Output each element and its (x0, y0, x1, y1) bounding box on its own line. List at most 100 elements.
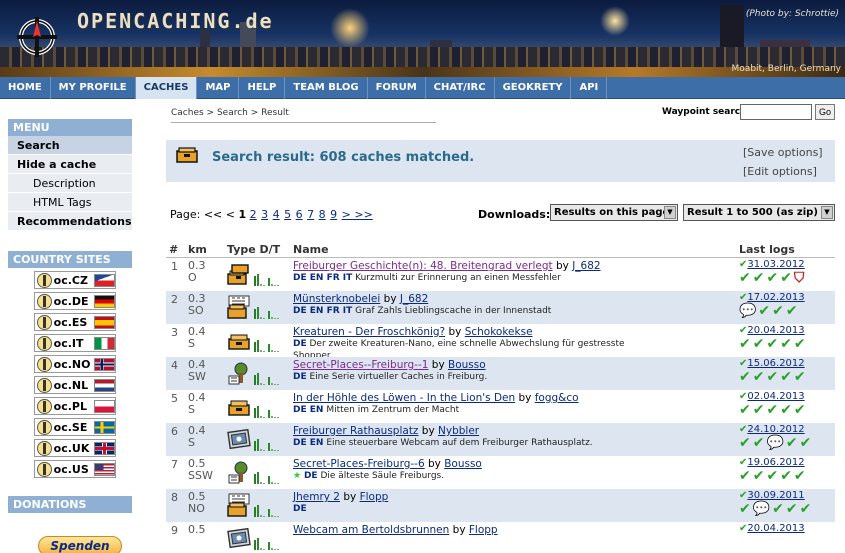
cache-name-link[interactable]: Secret-Places--Freiburg--1 (293, 359, 428, 371)
country-site-se[interactable]: oc.SE (34, 418, 116, 436)
pager-page-9[interactable]: 9 (330, 208, 337, 221)
sidebar-item-recommendations[interactable]: Recommendations (8, 212, 132, 231)
log-ticks: ✔💬✔✔✔ (739, 501, 814, 517)
pager-page-2[interactable]: 2 (250, 208, 257, 221)
pager-page-3[interactable]: 3 (261, 208, 268, 221)
cache-owner-link[interactable]: Nybbler (438, 425, 479, 437)
pager-next[interactable]: > >> (342, 208, 373, 221)
sidebar-item-description[interactable]: Description (8, 174, 132, 193)
pager-page-7[interactable]: 7 (307, 208, 314, 221)
nav-item-my-profile[interactable]: MY PROFILE (51, 77, 136, 99)
donate-button[interactable]: Spenden (38, 536, 122, 553)
cache-name-link[interactable]: Kreaturen - Der Froschkönig? (293, 326, 445, 338)
nav-item-help[interactable]: HELP (239, 77, 286, 99)
country-site-label: oc.CZ (53, 273, 88, 287)
last-log-date[interactable]: 17.02.2013 (747, 292, 804, 303)
nav-item-chat-irc[interactable]: CHAT/IRC (426, 77, 495, 99)
country-site-uk[interactable]: oc.UK (34, 439, 116, 457)
waypoint-search-input[interactable] (740, 104, 812, 120)
cache-description: DE Eine Serie virtueller Caches in Freib… (293, 371, 643, 383)
last-log-date[interactable]: 30.09.2011 (747, 490, 804, 501)
sidebar-item-search[interactable]: Search (8, 136, 132, 155)
cache-owner-link[interactable]: Schokokekse (465, 326, 533, 338)
country-site-nl[interactable]: oc.NL (34, 376, 116, 394)
cache-owner-link[interactable]: Bousso (448, 359, 486, 371)
nav-item-caches[interactable]: CACHES (135, 77, 198, 99)
cache-owner-link[interactable]: J_682 (400, 293, 428, 305)
country-site-pl[interactable]: oc.PL (34, 397, 116, 415)
last-log-date[interactable]: 15.06.2012 (747, 358, 804, 369)
last-log-date[interactable]: 20.04.2013 (747, 325, 804, 336)
cache-owner-link[interactable]: Flopp (360, 491, 389, 503)
cache-short-desc: Graf Zahls Lieblingscache in der Innenst… (355, 306, 552, 316)
sidebar-item-html-tags[interactable]: HTML Tags (8, 193, 132, 212)
cache-name-cell: Secret-Places--Freiburg--1 by Bousso DE E… (293, 359, 643, 383)
cache-short-desc: Kurzmulti zur Erinnerung an einen Messfe… (355, 273, 561, 283)
flag-cz-icon (93, 273, 115, 287)
cache-name-link[interactable]: Jhemry 2 (293, 491, 340, 503)
country-site-de[interactable]: oc.DE (34, 292, 116, 310)
last-log-date[interactable]: 31.03.2012 (747, 259, 804, 270)
pager-page-5[interactable]: 5 (284, 208, 291, 221)
cache-name-link[interactable]: Freiburger Geschichte(n): 48. Breitengra… (293, 260, 553, 272)
cache-type-traditional-icon (226, 394, 252, 418)
row-number: 1 (171, 260, 178, 273)
last-log-date[interactable]: 19.06.2012 (747, 457, 804, 468)
row-direction: SW (188, 370, 206, 383)
table-row: 2 0.3 SO Münsterknobelei by J_682 DE EN FR I… (166, 291, 835, 324)
nav-item-api[interactable]: API (571, 77, 608, 99)
cache-owner-link[interactable]: J_682 (572, 260, 600, 272)
cache-name-link[interactable]: In der Höhle des Löwen - In the Lion's D… (293, 392, 515, 404)
last-logs-cell: ✔24.10.2012 ✔✔💬✔✔ (739, 424, 834, 450)
table-row: 5 0.4 S In der Höhle des Löwen - In the Lio… (166, 390, 835, 423)
nav-item-map[interactable]: MAP (197, 77, 240, 99)
country-site-us[interactable]: oc.US (34, 460, 116, 478)
last-logs-cell: ✔02.04.2013 ✔✔✔✔✔ (739, 391, 834, 417)
cache-name-link[interactable]: Münsterknobelei (293, 293, 380, 305)
country-site-es[interactable]: oc.ES (34, 313, 116, 331)
edit-options-link[interactable]: [Edit options] (743, 165, 817, 178)
table-row: 6 0.4 S Freiburger Rathausplatz by Nybbler D… (166, 423, 835, 456)
country-site-it[interactable]: oc.IT (34, 334, 116, 352)
last-log-date[interactable]: 24.10.2012 (747, 424, 804, 435)
nav-item-team-blog[interactable]: TEAM BLOG (285, 77, 368, 99)
cache-owner-link[interactable]: Flopp (469, 524, 498, 536)
cache-name-cell: Freiburger Geschichte(n): 48. Breitengra… (293, 260, 643, 284)
pager-page-4[interactable]: 4 (273, 208, 280, 221)
opencaching-logo-icon[interactable] (15, 15, 59, 59)
save-options-link[interactable]: [Save options] (743, 146, 823, 159)
last-logs-cell: ✔31.03.2012 ✔✔✔✔⛉ (739, 259, 834, 285)
download-zip-select[interactable]: Result 1 to 500 (as zip) ▼ (683, 204, 835, 221)
last-log-date[interactable]: 20.04.2013 (747, 523, 804, 534)
log-history-icons: 💬✔✔✔ (739, 304, 834, 318)
waypoint-go-button[interactable]: Go (815, 104, 835, 120)
pager-page-6[interactable]: 6 (296, 208, 303, 221)
main-nav: HOME MY PROFILE CACHES MAP HELP TEAM BLOG FORU… (0, 77, 845, 99)
cache-name-link[interactable]: Webcam am Bertoldsbrunnen (293, 524, 449, 536)
cache-name-link[interactable]: Freiburger Rathausplatz (293, 425, 418, 437)
recommendation-star-icon: ★ (293, 471, 304, 481)
cache-owner-link[interactable]: Bousso (444, 458, 482, 470)
opencaching-logo-icon (37, 293, 52, 309)
country-site-no[interactable]: oc.NO (34, 355, 116, 373)
sidebar-item-hide-a-cache[interactable]: Hide a cache (8, 155, 132, 174)
nav-item-home[interactable]: HOME (0, 77, 51, 99)
cache-languages: DE (293, 339, 307, 349)
download-page-select[interactable]: Results on this page ▼ (550, 204, 678, 221)
breadcrumb: Caches > Search > Result (171, 108, 436, 123)
cache-owner-link[interactable]: fogg&co (535, 392, 579, 404)
site-title[interactable]: OPENCACHING.de (77, 9, 274, 33)
download-page-select-value: Results on this page (554, 207, 670, 218)
row-distance: 0.3 O (188, 260, 218, 284)
nav-item-forum[interactable]: FORUM (368, 77, 426, 99)
opencaching-logo-icon (37, 356, 52, 372)
last-log-date[interactable]: 02.04.2013 (747, 391, 804, 402)
nav-item-geokrety[interactable]: GEOKRETY (495, 77, 572, 99)
pager-prev[interactable]: << < (204, 208, 235, 221)
pager-page-8[interactable]: 8 (319, 208, 326, 221)
flag-it-icon (93, 336, 115, 350)
country-site-cz[interactable]: oc.CZ (34, 271, 116, 289)
cache-name-link[interactable]: Secret-Places-Freiburg--6 (293, 458, 425, 470)
cache-type-mystery-icon (226, 493, 252, 517)
log-ticks: ✔✔✔✔✔ (739, 468, 808, 484)
